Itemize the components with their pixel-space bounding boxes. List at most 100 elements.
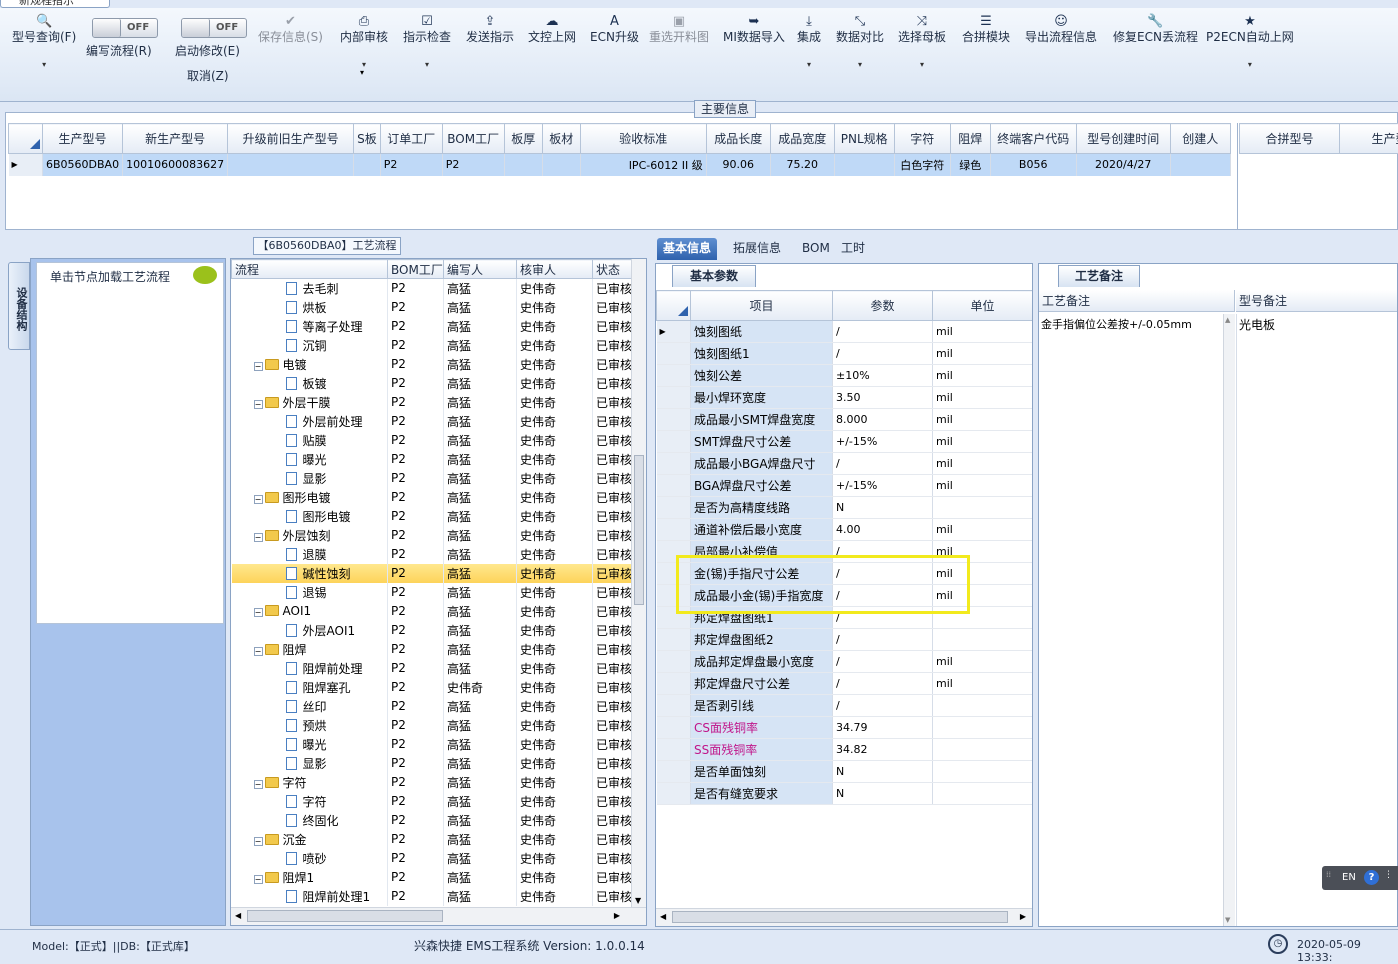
param-row[interactable]: CS面残铜率34.79 [657,717,1033,739]
process-name-cell[interactable]: 终固化 [232,811,388,830]
param-row[interactable]: 是否单面蚀刻N [657,761,1033,783]
process-reviewer[interactable]: 史伟奇 [517,583,593,602]
process-reviewer[interactable]: 史伟奇 [517,298,593,317]
process-reviewer[interactable]: 史伟奇 [517,697,593,716]
process-name-cell[interactable]: −阻焊1 [232,868,388,887]
table-cell[interactable]: 绿色 [950,154,990,176]
column-header[interactable]: 新生产型号 [123,124,228,154]
toolbar-button-6[interactable]: AECN升级 [590,14,639,45]
process-reviewer[interactable]: 史伟奇 [517,374,593,393]
process-reviewer[interactable]: 史伟奇 [517,393,593,412]
process-bom[interactable]: P2 [388,811,444,830]
process-row[interactable]: 图形电镀P2高猛史伟奇已审核 [232,507,632,526]
process-status[interactable]: 已审核 [593,564,632,583]
process-name-cell[interactable]: 图形电镀 [232,507,388,526]
process-name-cell[interactable]: −沉金 [232,830,388,849]
column-header[interactable]: 生产型 [1340,124,1398,154]
process-reviewer[interactable]: 史伟奇 [517,621,593,640]
process-name-cell[interactable]: −字符 [232,773,388,792]
toggle-switch-0[interactable]: OFF [92,18,158,38]
ime-language[interactable]: EN [1342,872,1356,883]
process-writer[interactable]: 高猛 [444,279,517,298]
process-writer[interactable]: 高猛 [444,868,517,887]
process-writer[interactable]: 高猛 [444,830,517,849]
process-name-cell[interactable]: 显影 [232,754,388,773]
param-value[interactable]: 3.50 [833,387,933,409]
params-scroll-right-icon[interactable]: ▶ [1020,912,1026,921]
column-header[interactable]: S板 [354,124,381,154]
process-name-cell[interactable]: 曝光 [232,735,388,754]
column-header[interactable]: 成品长度 [706,124,770,154]
collapse-icon[interactable]: − [254,780,263,789]
process-writer[interactable]: 高猛 [444,374,517,393]
process-name-cell[interactable]: −阻焊 [232,640,388,659]
process-name-cell[interactable]: 沉铜 [232,336,388,355]
table-cell[interactable] [1170,154,1230,176]
param-row[interactable]: 邦定焊盘尺寸公差/mil [657,673,1033,695]
toolbar-button-7[interactable]: ▣重选开料图 [649,14,709,45]
process-status[interactable]: 已审核 [593,697,632,716]
process-row[interactable]: 退锡P2高猛史伟奇已审核 [232,583,632,602]
param-row[interactable]: BGA焊盘尺寸公差+/-15%mil [657,475,1033,497]
collapse-icon[interactable]: − [254,400,263,409]
process-writer[interactable]: 高猛 [444,583,517,602]
param-value[interactable]: +/-15% [833,475,933,497]
process-bom[interactable]: P2 [388,773,444,792]
toolbar-button-3[interactable]: ☑指示检查▾ [403,14,451,72]
collapse-icon[interactable]: − [254,837,263,846]
remark-scrollbar[interactable]: ▲ ▼ [1223,314,1235,926]
process-row[interactable]: 碱性蚀刻P2高猛史伟奇已审核 [232,564,632,583]
process-name-cell[interactable]: 外层AOI1 [232,621,388,640]
process-name-cell[interactable]: −AOI1 [232,602,388,621]
process-status[interactable]: 已审核 [593,868,632,887]
process-name-cell[interactable]: −外层干膜 [232,393,388,412]
column-header[interactable]: 字符 [894,124,950,154]
tab-1[interactable]: 拓展信息 [727,238,787,260]
process-row[interactable]: 烘板P2高猛史伟奇已审核 [232,298,632,317]
toolbar-button-0[interactable]: 🔍型号查询(F)▾ [12,14,76,72]
toolbar-button-4[interactable]: ⇪发送指示 [466,14,514,45]
toolbar-button-12[interactable]: ☰合拼模块 [962,14,1010,45]
scroll-left-icon[interactable]: ◀ [235,911,241,920]
param-row[interactable]: ▶蚀刻图纸/mil [657,321,1033,343]
process-status[interactable]: 已审核 [593,887,632,906]
param-value[interactable]: / [833,343,933,365]
column-header[interactable]: 升级前旧生产型号 [228,124,354,154]
process-bom[interactable]: P2 [388,355,444,374]
param-row[interactable]: SS面残铜率34.82 [657,739,1033,761]
process-bom[interactable]: P2 [388,887,444,906]
process-bom[interactable]: P2 [388,868,444,887]
process-writer[interactable]: 高猛 [444,849,517,868]
process-vertical-scrollbar[interactable]: ▼ [631,259,646,907]
column-header[interactable]: 型号创建时间 [1076,124,1170,154]
column-header[interactable]: 成品宽度 [770,124,834,154]
process-bom[interactable]: P2 [388,298,444,317]
toolbar-button-13[interactable]: ☺导出流程信息 [1025,14,1097,45]
process-row[interactable]: 阻焊塞孔P2史伟奇史伟奇已审核 [232,678,632,697]
column-header[interactable]: 订单工厂 [380,124,442,154]
process-status[interactable]: 已审核 [593,450,632,469]
table-cell[interactable] [834,154,894,176]
process-row[interactable]: 丝印P2高猛史伟奇已审核 [232,697,632,716]
left-tree-area[interactable] [36,262,224,624]
process-bom[interactable]: P2 [388,792,444,811]
help-icon[interactable]: ? [1364,870,1379,885]
process-writer[interactable]: 高猛 [444,450,517,469]
process-reviewer[interactable]: 史伟奇 [517,754,593,773]
collapse-icon[interactable]: − [254,647,263,656]
process-writer[interactable]: 高猛 [444,412,517,431]
process-bom[interactable]: P2 [388,640,444,659]
param-row[interactable]: 成品最小SMT焊盘宽度8.000mil [657,409,1033,431]
process-row[interactable]: 阻焊前处理1P2高猛史伟奇已审核 [232,887,632,906]
process-bom[interactable]: P2 [388,526,444,545]
process-status[interactable]: 已审核 [593,849,632,868]
process-status[interactable]: 已审核 [593,735,632,754]
process-row[interactable]: 终固化P2高猛史伟奇已审核 [232,811,632,830]
param-row[interactable]: 蚀刻图纸1/mil [657,343,1033,365]
table-cell[interactable]: 白色字符 [894,154,950,176]
chevron-down-icon[interactable]: ▾ [403,57,451,72]
process-status[interactable]: 已审核 [593,792,632,811]
vertical-tab-device-structure[interactable]: 设备结构 [8,262,30,350]
process-bom[interactable]: P2 [388,374,444,393]
column-header[interactable]: 验收标准 [580,124,706,154]
